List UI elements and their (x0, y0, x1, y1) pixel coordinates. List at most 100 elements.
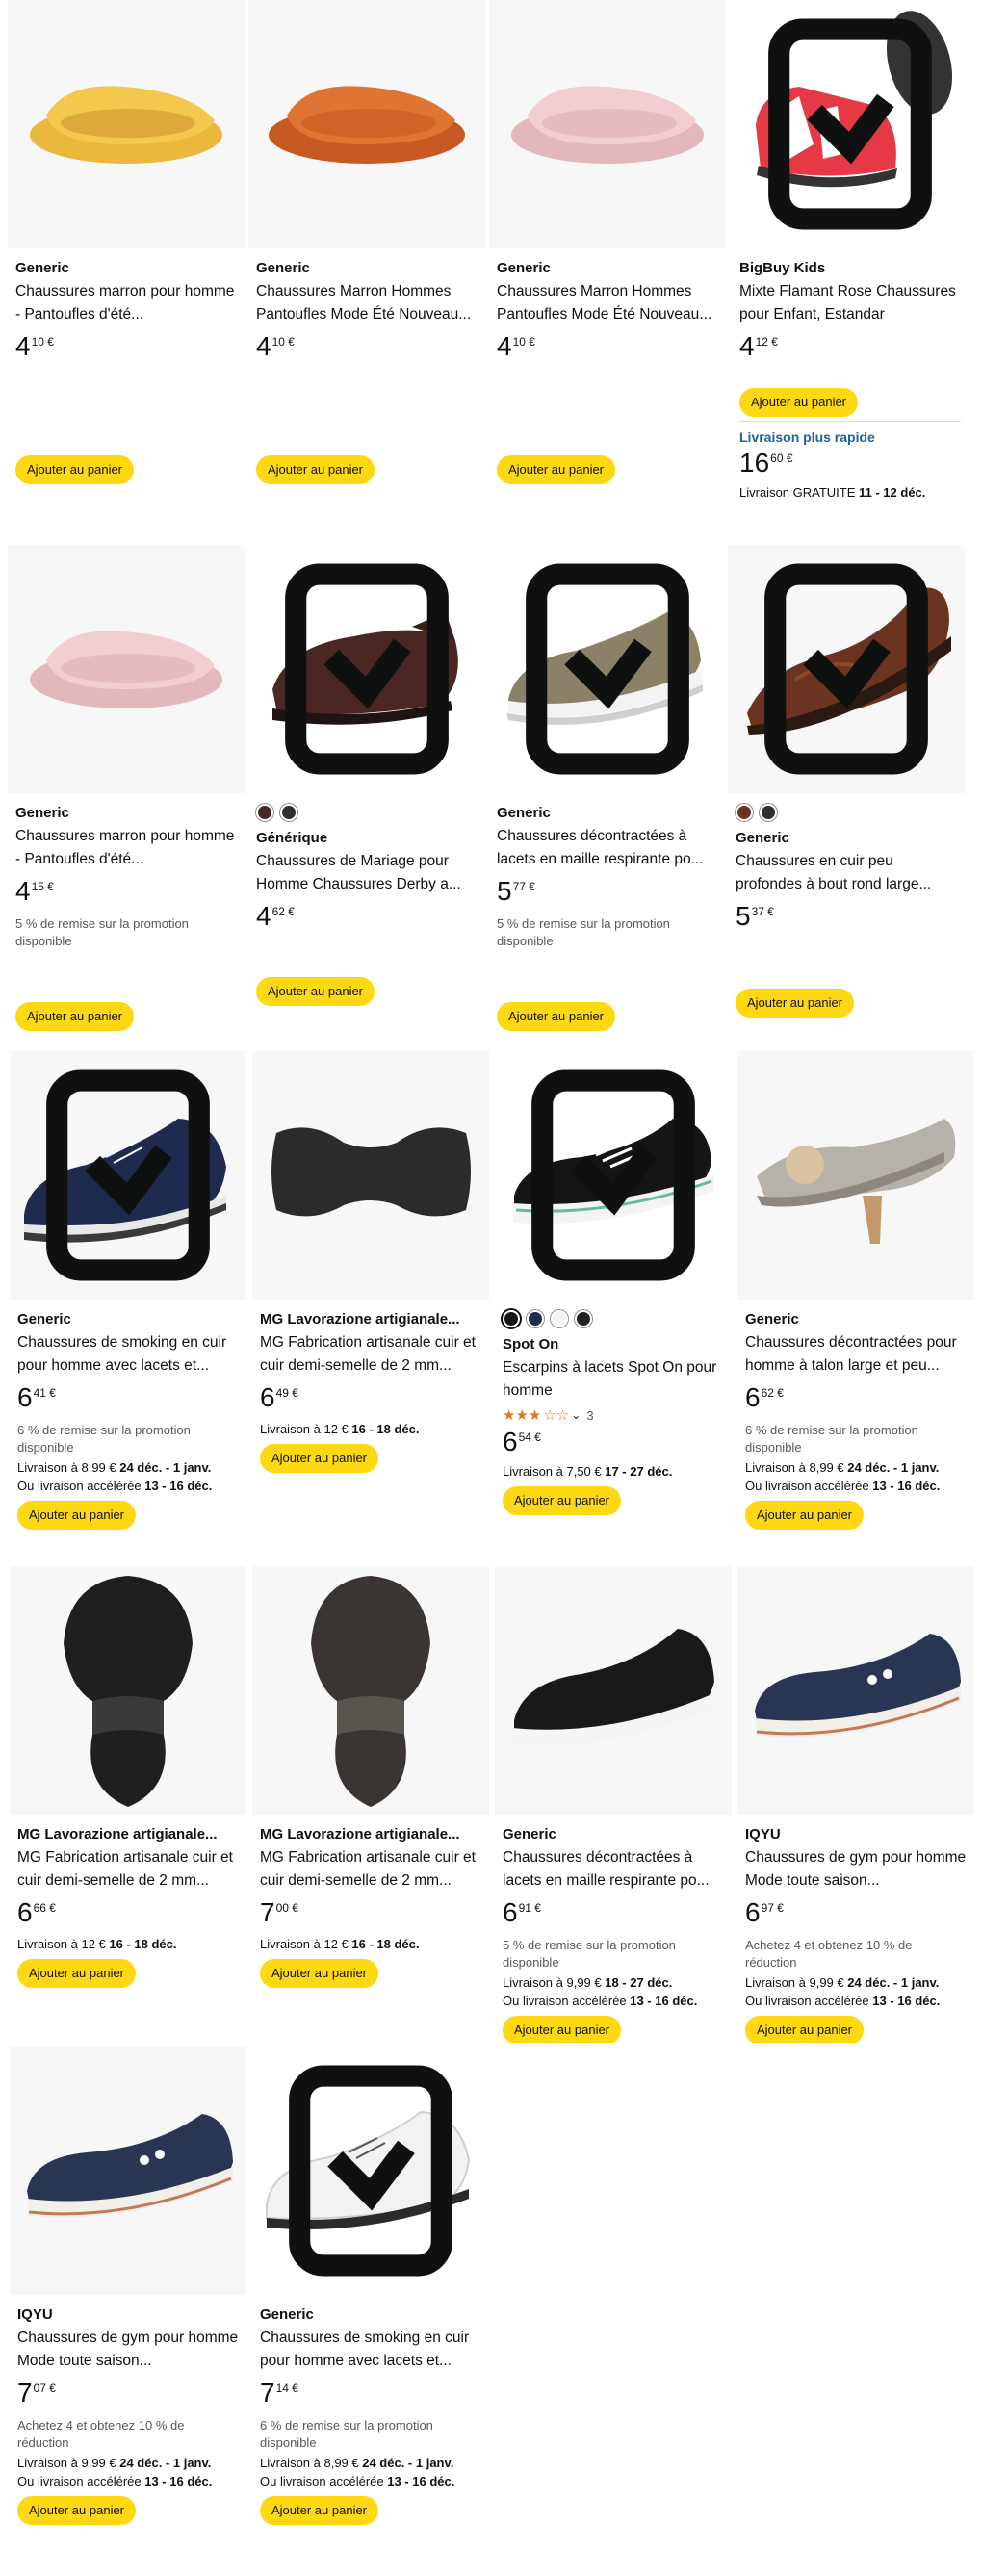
color-swatch[interactable] (736, 804, 753, 821)
product-title[interactable]: Chaussures de smoking en cuir pour homme… (260, 2327, 481, 2373)
add-to-cart-button[interactable]: Ajouter au panier (503, 1486, 622, 1515)
price-whole: 6 (260, 1382, 275, 1412)
add-to-cart-button[interactable]: Ajouter au panier (497, 455, 616, 484)
product-title[interactable]: Chaussures Marron Hommes Pantoufles Mode… (256, 280, 478, 326)
add-to-cart-button[interactable]: Ajouter au panier (17, 1501, 137, 1530)
product-title[interactable]: Chaussures de Mariage pour Homme Chaussu… (256, 850, 478, 896)
product-title[interactable]: Chaussures décontractées à lacets en mai… (503, 1846, 724, 1893)
product-title[interactable]: Escarpins à lacets Spot On pour homme (503, 1356, 724, 1403)
product-title[interactable]: Chaussures décontractées pour homme à ta… (745, 1331, 967, 1378)
add-to-cart-button[interactable]: Ajouter au panier (745, 2016, 865, 2043)
add-to-cart-button[interactable]: Ajouter au panier (503, 2016, 622, 2043)
product-title[interactable]: MG Fabrication artisanale cuir et cuir d… (17, 1846, 239, 1893)
product-card[interactable]: MG Lavorazione artigianale... MG Fabrica… (252, 1566, 489, 2043)
product-image[interactable] (252, 1051, 489, 1300)
product-card[interactable]: Generic Chaussures décontractées à lacet… (495, 1566, 732, 2043)
product-card[interactable]: Generic Chaussures Marron Hommes Pantouf… (248, 0, 485, 534)
product-card[interactable]: MG Lavorazione artigianale... MG Fabrica… (252, 1051, 489, 1550)
product-image[interactable] (248, 0, 485, 248)
color-swatch[interactable] (760, 804, 777, 821)
product-card[interactable]: Generic Chaussures décontractées pour ho… (737, 1051, 974, 1550)
chevron-down-icon[interactable]: ⌄ (571, 1408, 581, 1422)
product-brand: Generic (260, 2306, 314, 2323)
product-title[interactable]: Chaussures en cuir peu profondes à bout … (736, 850, 957, 896)
price-whole: 4 (739, 331, 755, 361)
add-to-cart-button[interactable]: Ajouter au panier (736, 989, 855, 1018)
product-card[interactable]: Generic Chaussures de smoking en cuir po… (252, 2047, 489, 2566)
product-image[interactable] (8, 0, 245, 248)
color-swatch[interactable] (503, 1310, 520, 1327)
color-swatch[interactable] (551, 1310, 568, 1327)
rating-count[interactable]: 3 (586, 1408, 593, 1423)
sponsored-icon[interactable] (489, 545, 726, 793)
product-brand: Generic (745, 1311, 799, 1327)
product-image[interactable] (495, 1566, 732, 1815)
product-card[interactable]: Generic Chaussures marron pour homme - P… (8, 0, 245, 534)
color-swatch[interactable] (575, 1310, 592, 1327)
sponsored-icon[interactable] (252, 2047, 489, 2295)
add-to-cart-button[interactable]: Ajouter au panier (739, 388, 859, 417)
product-title[interactable]: Chaussures de gym pour homme Mode toute … (17, 2327, 239, 2373)
product-image[interactable] (248, 545, 485, 793)
product-image[interactable] (489, 545, 726, 793)
product-title[interactable]: Chaussures marron pour homme - Pantoufle… (15, 825, 237, 871)
express-delivery-info: Ou livraison accélérée 13 - 16 déc. (745, 1994, 941, 2008)
product-image[interactable] (252, 1566, 489, 1815)
product-title[interactable]: MG Fabrication artisanale cuir et cuir d… (260, 1331, 481, 1378)
product-image[interactable] (10, 1051, 246, 1300)
add-to-cart-button[interactable]: Ajouter au panier (256, 977, 375, 1006)
color-swatch[interactable] (527, 1310, 544, 1327)
product-image[interactable] (728, 545, 965, 793)
product-card[interactable]: IQYU Chaussures de gym pour homme Mode t… (10, 2047, 246, 2566)
sponsored-icon[interactable] (248, 545, 485, 793)
price-whole: 4 (256, 901, 271, 931)
add-to-cart-button[interactable]: Ajouter au panier (256, 455, 375, 484)
product-title[interactable]: MG Fabrication artisanale cuir et cuir d… (260, 1846, 481, 1893)
product-card[interactable]: Générique Chaussures de Mariage pour Hom… (248, 545, 485, 1045)
sponsored-icon[interactable] (10, 1051, 246, 1300)
add-to-cart-button[interactable]: Ajouter au panier (17, 1959, 137, 1988)
product-card[interactable]: Spot On Escarpins à lacets Spot On pour … (495, 1051, 732, 1550)
add-to-cart-button[interactable]: Ajouter au panier (17, 2496, 137, 2525)
product-image[interactable] (732, 0, 969, 248)
product-image[interactable] (737, 1051, 974, 1300)
add-to-cart-button[interactable]: Ajouter au panier (745, 1501, 865, 1530)
product-title[interactable]: Chaussures de smoking en cuir pour homme… (17, 1331, 239, 1378)
product-brand: IQYU (17, 2306, 53, 2323)
add-to-cart-button[interactable]: Ajouter au panier (260, 1444, 379, 1473)
product-card[interactable]: Generic Chaussures de smoking en cuir po… (10, 1051, 246, 1550)
product-card[interactable]: BigBuy Kids Mixte Flamant Rose Chaussure… (732, 0, 969, 534)
promo-text: 6 % de remise sur la promotion disponibl… (17, 1423, 191, 1455)
product-title[interactable]: Chaussures Marron Hommes Pantoufles Mode… (497, 280, 718, 326)
color-swatch[interactable] (256, 804, 273, 821)
delivery-info: Livraison à 12 € 16 - 18 déc. (17, 1937, 177, 1951)
product-card[interactable]: Generic Chaussures marron pour homme - P… (8, 545, 245, 1045)
add-to-cart-button[interactable]: Ajouter au panier (15, 455, 135, 484)
sponsored-icon[interactable] (728, 545, 965, 793)
star-rating[interactable]: ★★★ ☆☆ ⌄ 3 (503, 1406, 724, 1424)
add-to-cart-button[interactable]: Ajouter au panier (15, 1002, 135, 1031)
product-card[interactable]: MG Lavorazione artigianale... MG Fabrica… (10, 1566, 246, 2043)
product-price: 6 41 € (17, 1383, 239, 1416)
product-image[interactable] (489, 0, 726, 248)
add-to-cart-button[interactable]: Ajouter au panier (260, 1959, 379, 1988)
add-to-cart-button[interactable]: Ajouter au panier (260, 2496, 379, 2525)
product-title[interactable]: Chaussures décontractées à lacets en mai… (497, 825, 718, 871)
product-card[interactable]: IQYU Chaussures de gym pour homme Mode t… (737, 1566, 974, 2043)
product-image[interactable] (737, 1566, 974, 1815)
color-swatch[interactable] (280, 804, 297, 821)
product-card[interactable]: Generic Chaussures en cuir peu profondes… (728, 545, 965, 1045)
product-title[interactable]: Mixte Flamant Rose Chaussures pour Enfan… (739, 280, 961, 326)
product-card[interactable]: Generic Chaussures Marron Hommes Pantouf… (489, 0, 726, 534)
product-title[interactable]: Chaussures de gym pour homme Mode toute … (745, 1846, 967, 1893)
product-image[interactable] (10, 1566, 246, 1815)
product-image[interactable] (495, 1051, 732, 1300)
sponsored-icon[interactable] (732, 0, 969, 248)
sponsored-icon[interactable] (495, 1051, 732, 1300)
product-image[interactable] (252, 2047, 489, 2295)
product-image[interactable] (8, 545, 245, 793)
product-title[interactable]: Chaussures marron pour homme - Pantoufle… (15, 280, 237, 326)
product-card[interactable]: Generic Chaussures décontractées à lacet… (489, 545, 726, 1045)
product-image[interactable] (10, 2047, 246, 2295)
add-to-cart-button[interactable]: Ajouter au panier (497, 1002, 616, 1031)
